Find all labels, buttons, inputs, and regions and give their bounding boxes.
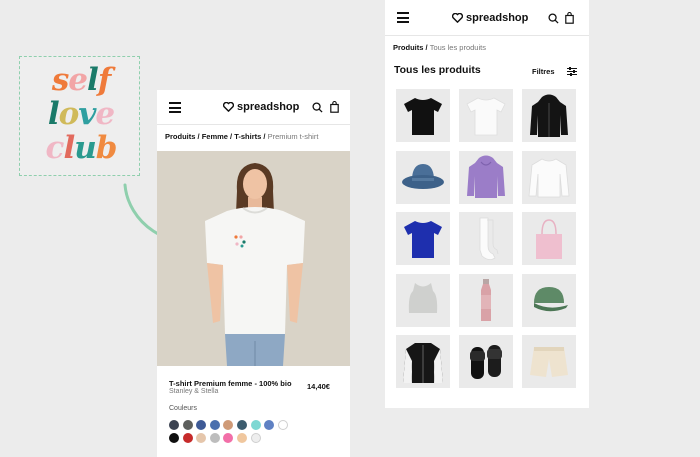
- breadcrumb-current: Tous les produits: [429, 43, 486, 52]
- product-tile-black-zip-hoodie[interactable]: [522, 89, 576, 142]
- search-icon[interactable]: [312, 102, 323, 113]
- shopping-bag-icon[interactable]: [330, 101, 339, 113]
- product-tile-white-tshirt[interactable]: [459, 89, 513, 142]
- product-page-screen: spreadshop Produits / Femme / T-shirts /…: [157, 90, 350, 457]
- color-swatch[interactable]: [209, 433, 220, 443]
- sweatshirt-icon: [528, 158, 570, 198]
- header: spreadshop: [385, 0, 589, 35]
- breadcrumb-link-tshirts[interactable]: T-shirts: [234, 132, 261, 141]
- product-title: T-shirt Premium femme - 100% bio: [169, 379, 292, 388]
- color-swatch[interactable]: [250, 420, 261, 430]
- breadcrumb: Produits / Tous les produits: [393, 43, 486, 52]
- color-swatch[interactable]: [196, 420, 207, 430]
- page-title: Tous les produits: [394, 64, 481, 76]
- color-swatch[interactable]: [264, 420, 275, 430]
- breadcrumb-current: Premium t-shirt: [267, 132, 319, 141]
- bucket-hat-icon: [402, 164, 444, 189]
- breadcrumb-link-femme[interactable]: Femme: [202, 132, 228, 141]
- product-tile-pink-tote-bag[interactable]: [522, 212, 576, 265]
- blue-tshirt-icon: [404, 220, 442, 258]
- product-tile-lilac-hoodie[interactable]: [459, 150, 513, 204]
- product-tile-black-slides[interactable]: [459, 335, 513, 388]
- socks-icon: [479, 217, 499, 260]
- product-tile-denim-bucket-hat[interactable]: [396, 150, 450, 204]
- heart-logo-icon: [223, 102, 234, 112]
- heart-logo-icon: [452, 13, 463, 23]
- color-swatch[interactable]: [277, 420, 288, 430]
- cap-icon: [534, 287, 568, 312]
- model-photo: [157, 151, 350, 366]
- breadcrumb-link-produits[interactable]: Produits: [165, 132, 195, 141]
- color-swatch[interactable]: [250, 433, 261, 443]
- color-swatch[interactable]: [223, 420, 234, 430]
- color-swatch[interactable]: [236, 433, 247, 443]
- product-tile-grey-crop-tank[interactable]: [396, 273, 450, 327]
- color-swatch[interactable]: [196, 433, 207, 443]
- breadcrumb: Produits / Femme / T-shirts / Premium t-…: [165, 132, 318, 141]
- shorts-icon: [530, 346, 568, 377]
- product-tile-pink-water-bottle[interactable]: [459, 273, 513, 327]
- color-swatch[interactable]: [223, 433, 234, 443]
- hamburger-menu-icon[interactable]: [397, 12, 409, 26]
- product-listing-screen: spreadshop Produits / Tous les produits …: [385, 0, 589, 408]
- varsity-jacket-icon: [403, 342, 443, 383]
- color-swatch[interactable]: [236, 420, 247, 430]
- color-swatches: [169, 420, 289, 443]
- logo[interactable]: spreadshop: [223, 101, 299, 113]
- product-grid: [396, 89, 576, 388]
- divider: [157, 124, 350, 125]
- product-image[interactable]: [157, 151, 350, 366]
- product-brand: Stanley & Stella: [169, 388, 219, 395]
- product-price: 14,40€: [307, 382, 330, 391]
- colors-label: Couleurs: [169, 405, 198, 412]
- tank-top-icon: [408, 283, 438, 313]
- tote-bag-icon: [536, 218, 562, 259]
- hoodie-icon: [467, 155, 505, 198]
- header: spreadshop: [157, 90, 350, 125]
- product-tile-royal-blue-tshirt[interactable]: [396, 212, 450, 265]
- breadcrumb-link-produits[interactable]: Produits: [393, 43, 423, 52]
- sticker-artwork: self love club: [45, 62, 118, 166]
- slides-icon: [470, 344, 502, 379]
- logo[interactable]: spreadshop: [452, 12, 528, 24]
- water-bottle-icon: [481, 279, 491, 321]
- white-tshirt-icon: [466, 97, 506, 135]
- brand-name: spreadshop: [466, 12, 529, 24]
- hamburger-menu-icon[interactable]: [169, 102, 181, 116]
- color-swatch[interactable]: [169, 433, 179, 443]
- product-tile-black-tshirt[interactable]: [396, 89, 450, 142]
- color-swatch[interactable]: [182, 433, 193, 443]
- zip-hoodie-icon: [530, 94, 568, 137]
- color-swatch[interactable]: [209, 420, 220, 430]
- color-swatch[interactable]: [169, 420, 179, 430]
- product-tile-green-cap[interactable]: [522, 273, 576, 327]
- brand-name: spreadshop: [237, 101, 300, 113]
- product-tile-white-sweatshirt[interactable]: [522, 150, 576, 204]
- product-tile-varsity-jacket[interactable]: [396, 335, 450, 388]
- shopping-bag-icon[interactable]: [565, 12, 574, 24]
- filters-button[interactable]: Filtres: [532, 67, 555, 76]
- black-tshirt-icon: [404, 97, 442, 135]
- design-sticker: self love club: [19, 56, 140, 176]
- product-tile-cream-shorts[interactable]: [522, 335, 576, 388]
- search-icon[interactable]: [548, 13, 559, 24]
- divider: [385, 35, 589, 36]
- product-tile-white-socks[interactable]: [459, 212, 513, 265]
- filter-sliders-icon[interactable]: [567, 67, 577, 76]
- color-swatch[interactable]: [182, 420, 193, 430]
